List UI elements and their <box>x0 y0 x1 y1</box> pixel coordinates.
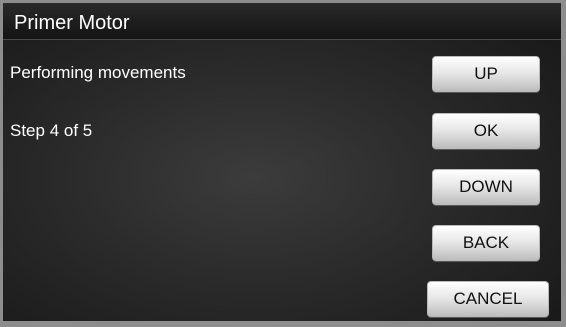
cancel-button[interactable]: CANCEL <box>427 281 549 317</box>
dialog-panel: Primer Motor Performing movements Step 4… <box>3 3 561 321</box>
back-button[interactable]: BACK <box>432 225 540 261</box>
down-button[interactable]: DOWN <box>432 169 540 205</box>
title-bar: Primer Motor <box>3 3 561 40</box>
page-title: Primer Motor <box>14 12 130 34</box>
up-button[interactable]: UP <box>432 56 540 92</box>
ok-button[interactable]: OK <box>432 113 540 149</box>
step-indicator: Step 4 of 5 <box>10 121 93 140</box>
status-message: Performing movements <box>10 63 186 82</box>
device-screen: Primer Motor Performing movements Step 4… <box>0 0 566 327</box>
